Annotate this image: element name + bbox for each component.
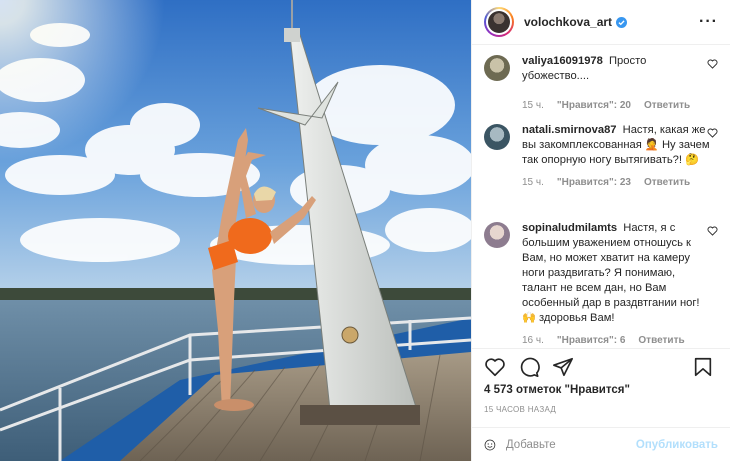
verified-badge-icon: [616, 16, 628, 28]
commenter-avatar[interactable]: [484, 55, 510, 81]
author-username[interactable]: volochkova_art: [524, 15, 612, 29]
comment-time[interactable]: 16 ч.: [522, 335, 544, 346]
comment-likes-count[interactable]: "Нравится": 20: [557, 100, 631, 111]
comment-item: valiya16091978 Просто убожество.... 15 ч…: [484, 54, 720, 111]
post-actions-bar: [472, 348, 730, 385]
add-comment-bar: Опубликовать: [472, 427, 730, 461]
comment-likes-count[interactable]: "Нравится": 6: [557, 335, 626, 346]
comment-username[interactable]: valiya16091978: [522, 55, 603, 67]
comment-bubble-icon[interactable]: [518, 356, 540, 378]
post-timestamp[interactable]: 15 ЧАСОВ НАЗАД: [484, 405, 556, 414]
comment-username[interactable]: sopinaludmilamts: [522, 222, 617, 234]
comment-like-heart-icon[interactable]: [707, 226, 718, 236]
post-likes-count[interactable]: 4 573 отметок "Нравится": [484, 384, 630, 396]
publish-button[interactable]: Опубликовать: [636, 439, 718, 451]
comment-username[interactable]: natali.smirnova87: [522, 124, 617, 136]
emoji-icon[interactable]: [484, 435, 496, 455]
comment-time[interactable]: 15 ч.: [522, 177, 544, 188]
comment-reply-button[interactable]: Ответить: [644, 177, 690, 188]
photo-image: [0, 0, 471, 461]
comments-list[interactable]: valiya16091978 Просто убожество.... 15 ч…: [472, 45, 730, 348]
comment-like-heart-icon[interactable]: [707, 59, 718, 69]
comment-reply-button[interactable]: Ответить: [638, 335, 684, 346]
author-avatar[interactable]: [484, 7, 514, 37]
post-header: volochkova_art ···: [472, 0, 730, 45]
like-heart-icon[interactable]: [484, 356, 506, 378]
post-side-panel: volochkova_art ··· valiya16091978 Просто…: [471, 0, 730, 461]
comment-likes-count[interactable]: "Нравится": 23: [557, 177, 631, 188]
comment-reply-button[interactable]: Ответить: [644, 100, 690, 111]
comment-input[interactable]: [505, 438, 636, 451]
post-dialog: volochkova_art ··· valiya16091978 Просто…: [0, 0, 730, 461]
comment-like-heart-icon[interactable]: [707, 128, 718, 138]
commenter-avatar[interactable]: [484, 222, 510, 248]
post-photo[interactable]: [0, 0, 471, 461]
comment-item: natali.smirnova87 Настя, какая же вы зак…: [484, 123, 720, 188]
more-options-icon[interactable]: ···: [699, 13, 718, 31]
save-bookmark-icon[interactable]: [692, 356, 714, 378]
comment-text: Настя, я с большим уважением отношусь к …: [522, 222, 700, 324]
comment-item: sopinaludmilamts Настя, я с большим уваж…: [484, 221, 720, 346]
share-direct-icon[interactable]: [552, 356, 574, 378]
commenter-avatar[interactable]: [484, 124, 510, 150]
comment-time[interactable]: 15 ч.: [522, 100, 544, 111]
